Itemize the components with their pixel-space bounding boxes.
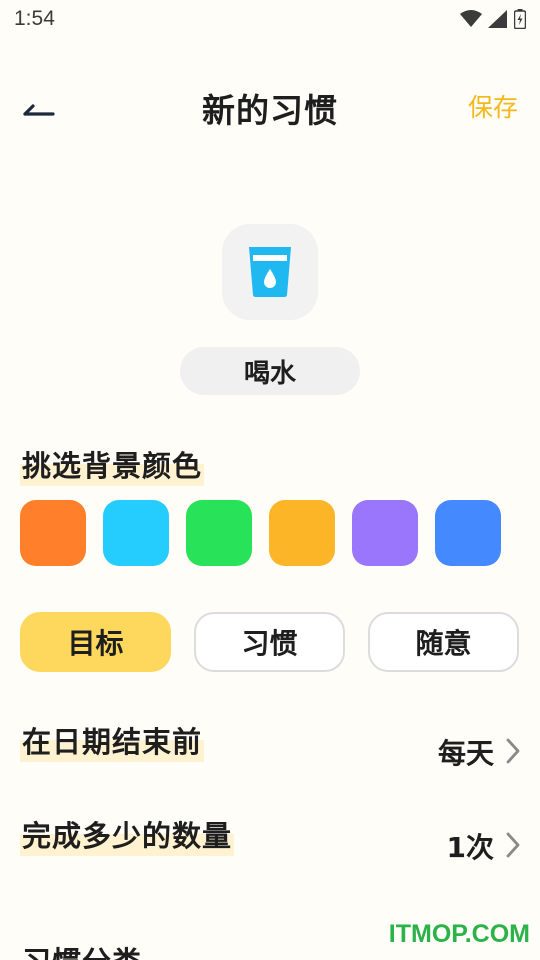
battery-icon (514, 9, 526, 29)
type-tabs: 目标 习惯 随意 (20, 612, 519, 672)
quantity-label: 完成多少的数量 (20, 816, 235, 856)
habit-icon-picker[interactable] (222, 224, 318, 320)
quantity-row[interactable]: 完成多少的数量 1次 (0, 816, 540, 876)
color-swatch-purple[interactable] (352, 500, 418, 566)
signal-icon (488, 10, 507, 28)
save-button[interactable]: 保存 (468, 88, 518, 124)
deadline-row[interactable]: 在日期结束前 每天 (0, 722, 540, 782)
color-swatch-blue[interactable] (435, 500, 501, 566)
tab-goal[interactable]: 目标 (20, 612, 171, 672)
deadline-label: 在日期结束前 (20, 722, 205, 762)
color-swatch-cyan[interactable] (103, 500, 169, 566)
status-bar: 1:54 (0, 0, 540, 38)
color-swatches (20, 500, 501, 566)
color-swatch-amber[interactable] (269, 500, 335, 566)
status-icons (460, 9, 526, 29)
tab-casual[interactable]: 随意 (368, 612, 519, 672)
page-title: 新的习惯 (202, 91, 338, 130)
quantity-value: 1次 (446, 831, 494, 864)
color-swatch-orange[interactable] (20, 500, 86, 566)
deadline-value: 每天 (437, 737, 494, 770)
watermark: ITMOP.COM (388, 920, 530, 948)
header: 新的习惯 保存 (0, 68, 540, 144)
color-swatch-green[interactable] (186, 500, 252, 566)
chevron-right-icon (506, 738, 520, 764)
category-section-label: 习惯分类 (20, 942, 145, 960)
water-cup-icon (249, 247, 291, 297)
status-time: 1:54 (14, 7, 55, 30)
chevron-right-icon (506, 832, 520, 858)
tab-habit[interactable]: 习惯 (194, 612, 345, 672)
habit-name-field[interactable]: 喝水 (180, 347, 360, 395)
wifi-icon (460, 10, 482, 27)
color-section-label: 挑选背景颜色 (20, 446, 205, 486)
